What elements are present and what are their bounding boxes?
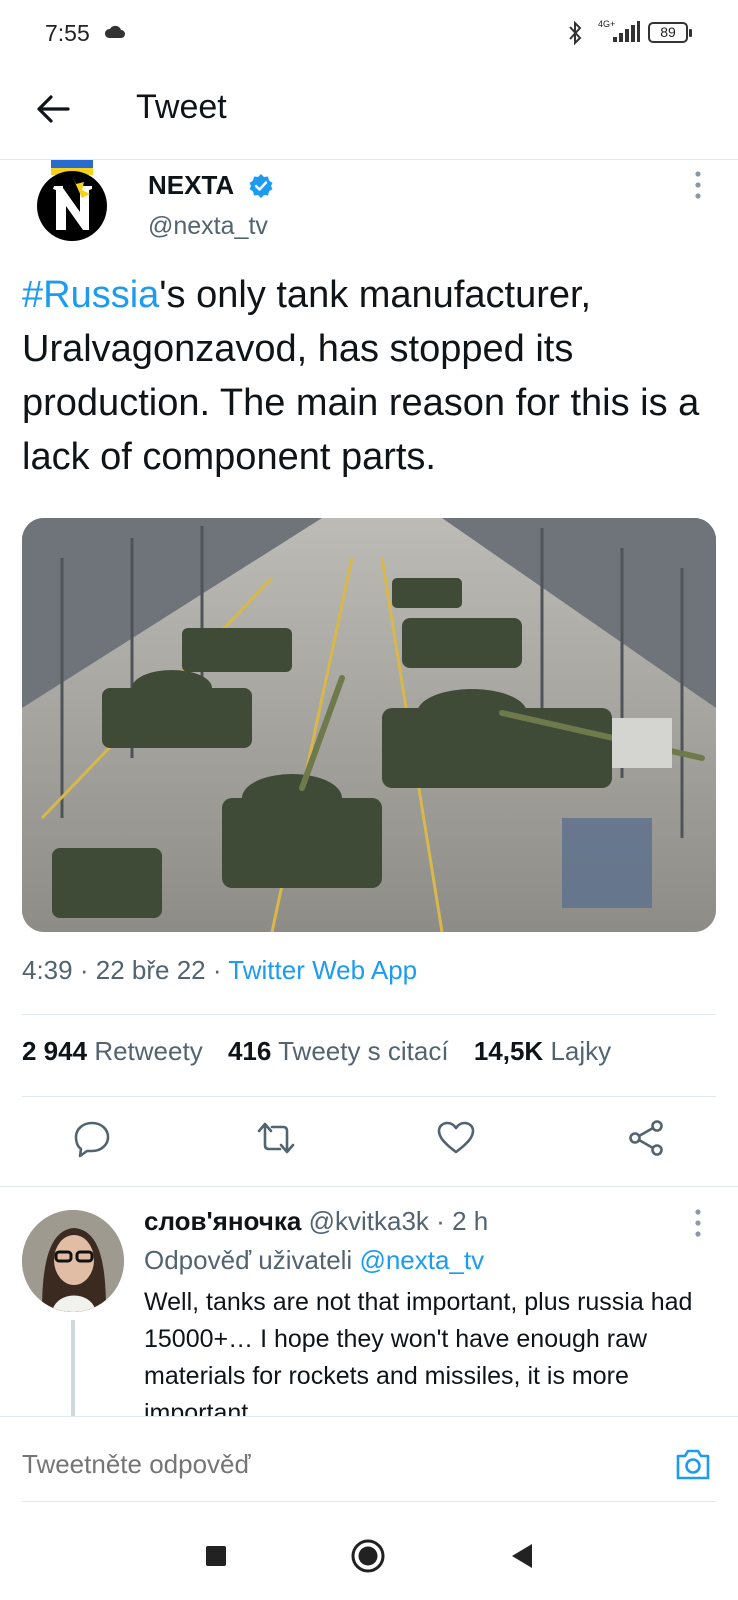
reply-separator: · — [436, 1206, 445, 1236]
battery-level: 89 — [660, 24, 676, 40]
battery-icon: 89 — [648, 22, 692, 43]
thread-divider — [0, 1186, 738, 1187]
retweets-stat[interactable]: 2 944 Retweety — [22, 1036, 203, 1066]
reply-more-options-icon[interactable] — [692, 1208, 704, 1238]
likes-stat[interactable]: 14,5K Lajky — [474, 1036, 611, 1066]
reply-text: Well, tanks are not that important, plus… — [144, 1288, 693, 1416]
signal-icon — [613, 21, 640, 42]
avatar-photo — [22, 1210, 124, 1312]
quotes-count: 416 — [227, 1036, 272, 1066]
divider — [22, 1014, 716, 1015]
meta-separator: · — [212, 955, 222, 985]
camera-icon[interactable] — [674, 1445, 712, 1483]
tweet-source-link[interactable]: Twitter Web App — [228, 955, 417, 985]
retweets-label: Retweety — [94, 1036, 203, 1066]
replying-to: Odpověď uživateli @nexta_tv — [144, 1245, 484, 1276]
author-handle[interactable]: @nexta_tv — [148, 212, 268, 241]
compose-divider — [22, 1501, 716, 1502]
meta-separator: · — [79, 955, 89, 985]
retweet-icon[interactable] — [256, 1118, 296, 1158]
back-arrow-icon[interactable] — [34, 90, 72, 128]
tweet-image[interactable] — [22, 518, 716, 932]
status-bar: 7:55 4G+ 89 — [0, 0, 738, 66]
factory-photo — [22, 518, 716, 932]
bluetooth-icon — [569, 20, 582, 46]
reply-author-avatar[interactable] — [22, 1210, 124, 1312]
reply-compose-bar — [0, 1416, 738, 1512]
status-time: 7:55 — [45, 20, 90, 46]
tweet-stats: 2 944 Retweety 416 Tweety s citací 14,5K… — [22, 1036, 629, 1067]
quotes-stat[interactable]: 416 Tweety s citací — [228, 1036, 449, 1066]
top-app-bar: Tweet — [0, 66, 738, 160]
quotes-label: Tweety s citací — [278, 1036, 449, 1066]
author-avatar[interactable] — [36, 160, 110, 244]
divider — [22, 1096, 716, 1097]
tweet-meta: 4:39 · 22 bře 22 · Twitter Web App — [22, 955, 417, 986]
author-name[interactable]: NEXTA — [148, 170, 234, 201]
likes-count: 14,5K — [473, 1036, 544, 1066]
thread-line — [71, 1320, 75, 1420]
home-circle-icon[interactable] — [346, 1534, 390, 1578]
reply-mention-link[interactable]: @nexta_tv — [359, 1245, 484, 1275]
reply-icon[interactable] — [72, 1118, 112, 1158]
tweet-date: 22 bře 22 — [95, 955, 206, 985]
page-title: Tweet — [136, 88, 227, 126]
reply-author-name[interactable]: слов'яночка — [144, 1206, 301, 1236]
tweet-time: 4:39 — [22, 955, 73, 985]
tweet-action-bar — [0, 1118, 738, 1180]
hashtag-link[interactable]: #Russia — [22, 274, 159, 316]
retweets-count: 2 944 — [22, 1036, 88, 1066]
like-heart-icon[interactable] — [436, 1118, 476, 1158]
reply-time: 2 h — [452, 1206, 489, 1236]
more-options-icon[interactable] — [692, 170, 704, 200]
reply-prefix: Odpověď uživateli — [144, 1245, 353, 1275]
reply-input[interactable] — [22, 1449, 357, 1480]
back-triangle-icon[interactable] — [500, 1534, 544, 1578]
cloud-icon — [104, 25, 125, 38]
share-icon[interactable] — [626, 1118, 666, 1158]
tweet-text: #Russia's only tank manufacturer, Uralva… — [22, 268, 722, 484]
reply-author-handle[interactable]: @kvitka3k — [309, 1206, 429, 1236]
recents-square-icon[interactable] — [194, 1534, 238, 1578]
likes-label: Lajky — [550, 1036, 612, 1066]
verified-badge-icon — [249, 174, 273, 198]
reply-header: слов'яночка @kvitka3k · 2 h — [144, 1206, 488, 1237]
system-nav-bar — [0, 1512, 738, 1600]
